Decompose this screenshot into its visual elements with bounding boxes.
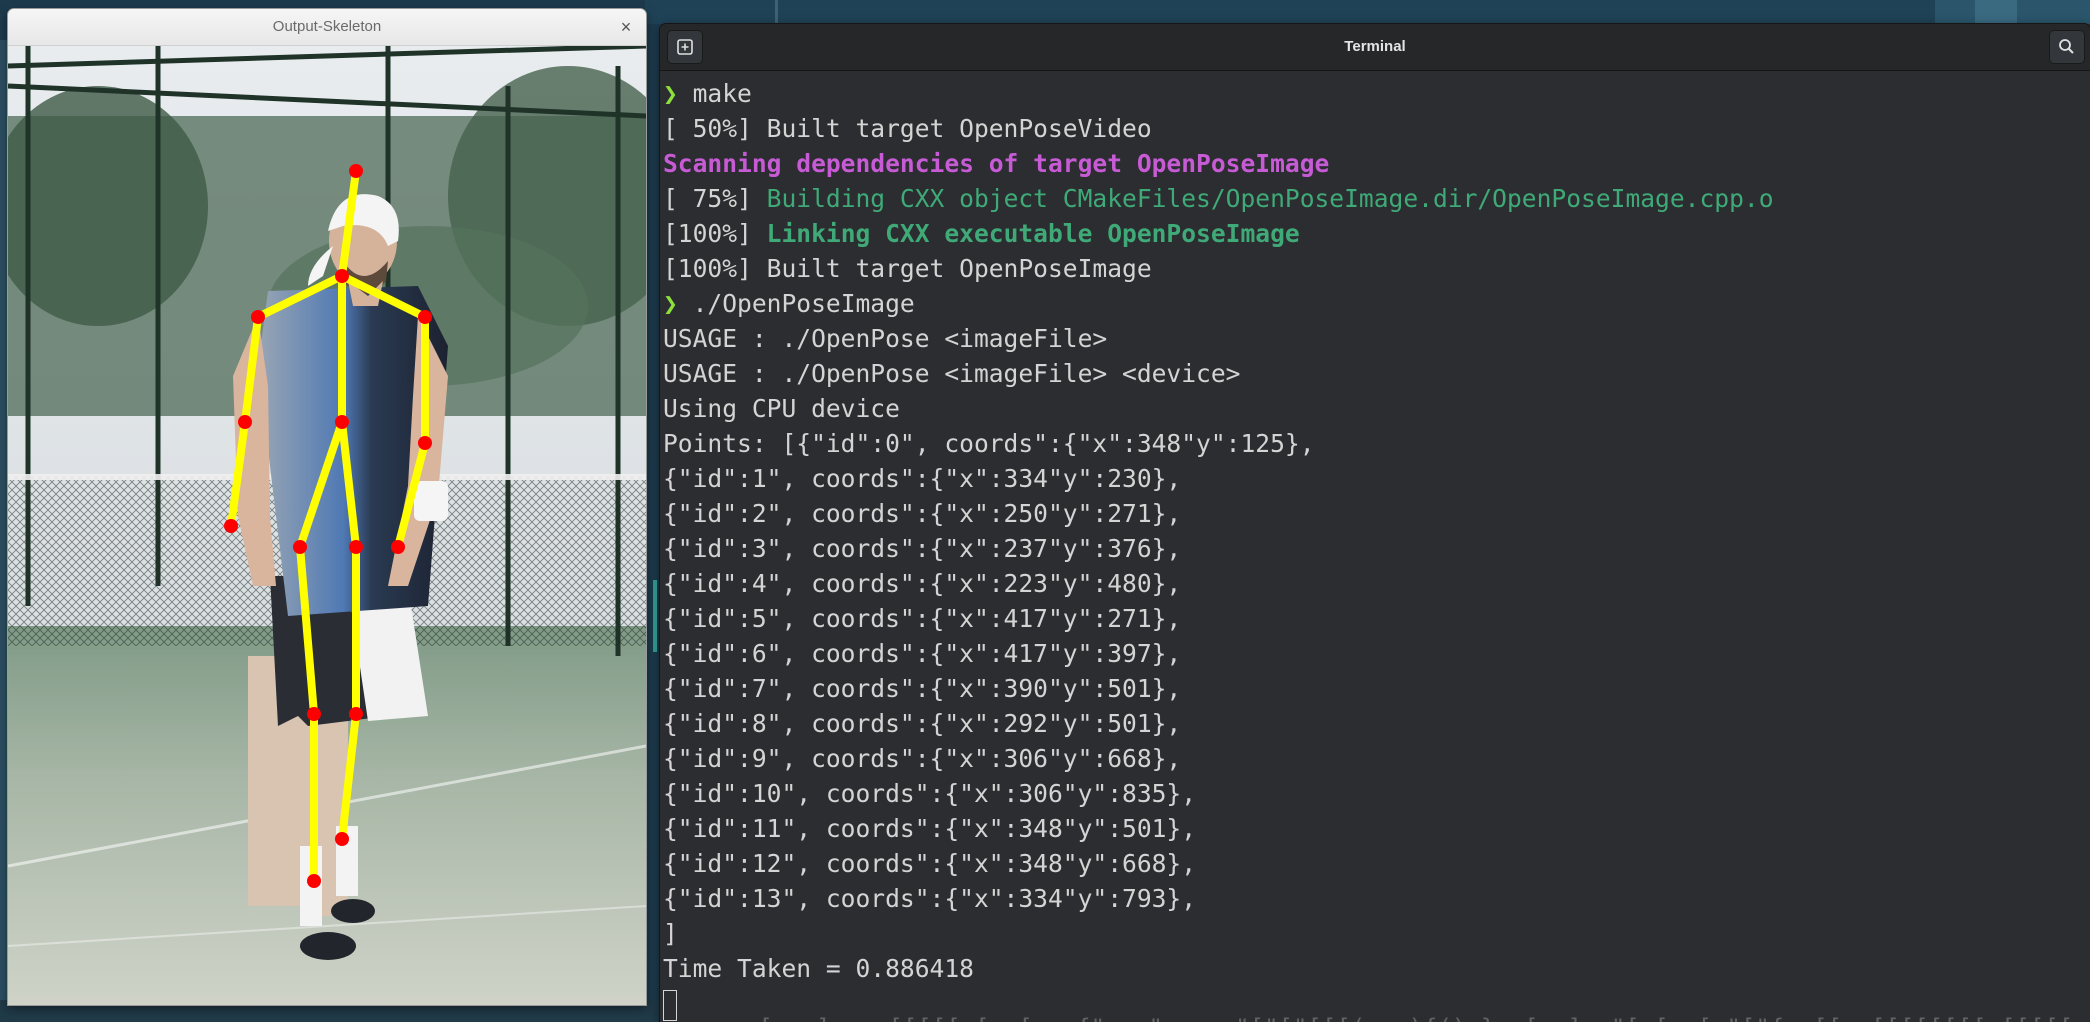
terminal-line: {"id":2", coords":{"x":250"y":271}, <box>663 496 2083 531</box>
terminal-line: ] <box>663 916 2083 951</box>
output-text: {"id":3", coords":{"x":237"y":376}, <box>663 534 1182 563</box>
terminal-line: Using CPU device <box>663 391 2083 426</box>
output-text: Time Taken = 0.886418 <box>663 954 974 983</box>
output-text: {"id":5", coords":{"x":417"y":271}, <box>663 604 1182 633</box>
terminal-line: {"id":3", coords":{"x":237"y":376}, <box>663 531 2083 566</box>
desktop-top-strip <box>645 0 2090 24</box>
terminal-headerbar[interactable]: Terminal <box>660 24 2090 71</box>
prompt-symbol: ❯ <box>663 79 693 108</box>
terminal-line: {"id":4", coords":{"x":223"y":480}, <box>663 566 2083 601</box>
terminal-window[interactable]: Terminal ❯ make [ 50%] Built target OpenP… <box>660 24 2090 1022</box>
output-text: ] <box>663 919 678 948</box>
output-text: {"id":12", coords":{"x":348"y":668}, <box>663 849 1197 878</box>
desktop-divider <box>775 0 778 24</box>
terminal-line: {"id":12", coords":{"x":348"y":668}, <box>663 846 2083 881</box>
viewer-titlebar[interactable]: Output-Skeleton × <box>8 9 646 46</box>
output-text: Points: [{"id":0", coords":{"x":348"y":1… <box>663 429 1315 458</box>
output-text: {"id":4", coords":{"x":223"y":480}, <box>663 569 1182 598</box>
terminal-line: USAGE : ./OpenPose <imageFile> <box>663 321 2083 356</box>
viewer-title: Output-Skeleton <box>272 18 382 35</box>
search-icon <box>2059 39 2074 54</box>
terminal-line: {"id":13", coords":{"x":334"y":793}, <box>663 881 2083 916</box>
terminal-line: [100%] Built target OpenPoseImage <box>663 251 2083 286</box>
output-text: [100%] Built target OpenPoseImage <box>663 254 1152 283</box>
output-text: {"id":13", coords":{"x":334"y":793}, <box>663 884 1197 913</box>
output-text: {"id":1", coords":{"x":334"y":230}, <box>663 464 1182 493</box>
output-text: USAGE : ./OpenPose <imageFile> <device> <box>663 359 1241 388</box>
terminal-line: {"id":9", coords":{"x":306"y":668}, <box>663 741 2083 776</box>
output-text: {"id":8", coords":{"x":292"y":501}, <box>663 709 1182 738</box>
terminal-line: {"id":8", coords":{"x":292"y":501}, <box>663 706 2083 741</box>
output-text: Using CPU device <box>663 394 900 423</box>
build-text: Building CXX object CMakeFiles/OpenPoseI… <box>766 184 1774 213</box>
terminal-line: [100%] Linking CXX executable OpenPoseIm… <box>663 216 2083 251</box>
terminal-line: ❯ make <box>663 76 2083 111</box>
link-text: Linking CXX executable OpenPoseImage <box>766 219 1300 248</box>
output-text: {"id":9", coords":{"x":306"y":668}, <box>663 744 1182 773</box>
prompt-symbol: ❯ <box>663 289 693 318</box>
terminal-line: Points: [{"id":0", coords":{"x":348"y":1… <box>663 426 2083 461</box>
terminal-overflow-text: +[...] ...[[[[[-[..[.. {"x--"y .."["["[[… <box>715 1014 2075 1022</box>
terminal-line: Scanning dependencies of target OpenPose… <box>663 146 2083 181</box>
command-text: make <box>692 79 752 108</box>
output-text: USAGE : ./OpenPose <imageFile> <box>663 324 1108 353</box>
progress-prefix: [ 75%] <box>663 184 767 213</box>
terminal-line: [ 75%] Building CXX object CMakeFiles/Op… <box>663 181 2083 216</box>
output-text: {"id":11", coords":{"x":348"y":501}, <box>663 814 1197 843</box>
new-tab-icon <box>677 39 693 55</box>
terminal-title: Terminal <box>1344 38 1406 55</box>
output-text: {"id":7", coords":{"x":390"y":501}, <box>663 674 1182 703</box>
search-button[interactable] <box>2050 31 2084 63</box>
command-text: ./OpenPoseImage <box>692 289 915 318</box>
terminal-line: {"id":5", coords":{"x":417"y":271}, <box>663 601 2083 636</box>
terminal-line: [ 50%] Built target OpenPoseVideo <box>663 111 2083 146</box>
output-skeleton-window[interactable]: Output-Skeleton × <box>8 9 646 1005</box>
skeleton-image <box>8 46 646 1005</box>
terminal-cursor <box>663 989 677 1021</box>
terminal-line: Time Taken = 0.886418 <box>663 951 2083 986</box>
terminal-line: ❯ ./OpenPoseImage <box>663 286 2083 321</box>
desktop-window-edge-highlight <box>1975 0 2017 24</box>
terminal-line: {"id":11", coords":{"x":348"y":501}, <box>663 811 2083 846</box>
scanning-text: Scanning dependencies of target OpenPose… <box>663 149 1330 178</box>
output-text: {"id":6", coords":{"x":417"y":397}, <box>663 639 1182 668</box>
close-icon[interactable]: × <box>614 15 638 39</box>
terminal-output[interactable]: ❯ make [ 50%] Built target OpenPoseVideo S… <box>663 76 2083 1022</box>
terminal-line: {"id":1", coords":{"x":334"y":230}, <box>663 461 2083 496</box>
new-tab-button[interactable] <box>668 31 702 63</box>
terminal-line: {"id":6", coords":{"x":417"y":397}, <box>663 636 2083 671</box>
progress-prefix: [100%] <box>663 219 767 248</box>
desktop-left-edge <box>0 40 8 1000</box>
terminal-line: USAGE : ./OpenPose <imageFile> <device> <box>663 356 2083 391</box>
window-resize-indicator <box>653 580 657 652</box>
terminal-line: {"id":10", coords":{"x":306"y":835}, <box>663 776 2083 811</box>
output-text: {"id":10", coords":{"x":306"y":835}, <box>663 779 1197 808</box>
output-text: [ 50%] Built target OpenPoseVideo <box>663 114 1152 143</box>
terminal-line: {"id":7", coords":{"x":390"y":501}, <box>663 671 2083 706</box>
output-text: {"id":2", coords":{"x":250"y":271}, <box>663 499 1182 528</box>
